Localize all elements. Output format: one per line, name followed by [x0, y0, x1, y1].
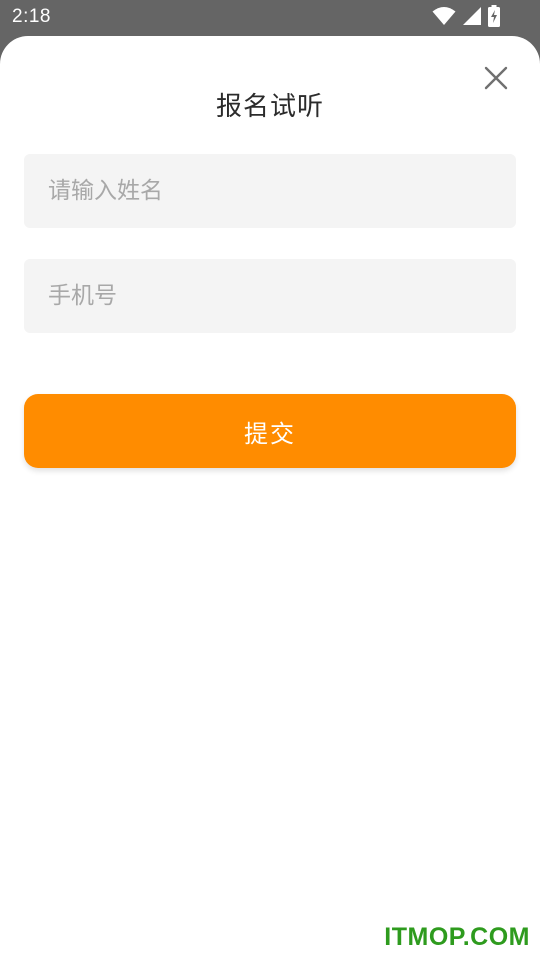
battery-charging-icon: [488, 5, 500, 31]
status-time: 2:18: [12, 6, 51, 27]
wifi-icon: [432, 6, 456, 30]
phone-field-container: [24, 259, 516, 333]
status-bar: 2:18: [0, 0, 540, 36]
phone-input[interactable]: [24, 259, 516, 333]
status-icons: [432, 5, 500, 31]
close-icon: [484, 66, 508, 94]
signup-dialog: 报名试听 提交 ITMOP.COM: [0, 36, 540, 960]
name-input[interactable]: [24, 154, 516, 228]
watermark-logo: ITMOP.COM: [384, 923, 530, 951]
name-field-container: [24, 154, 516, 228]
close-button[interactable]: [480, 64, 512, 96]
dialog-title: 报名试听: [215, 92, 324, 122]
cell-signal-icon: [462, 6, 482, 30]
submit-button[interactable]: 提交: [24, 394, 516, 468]
